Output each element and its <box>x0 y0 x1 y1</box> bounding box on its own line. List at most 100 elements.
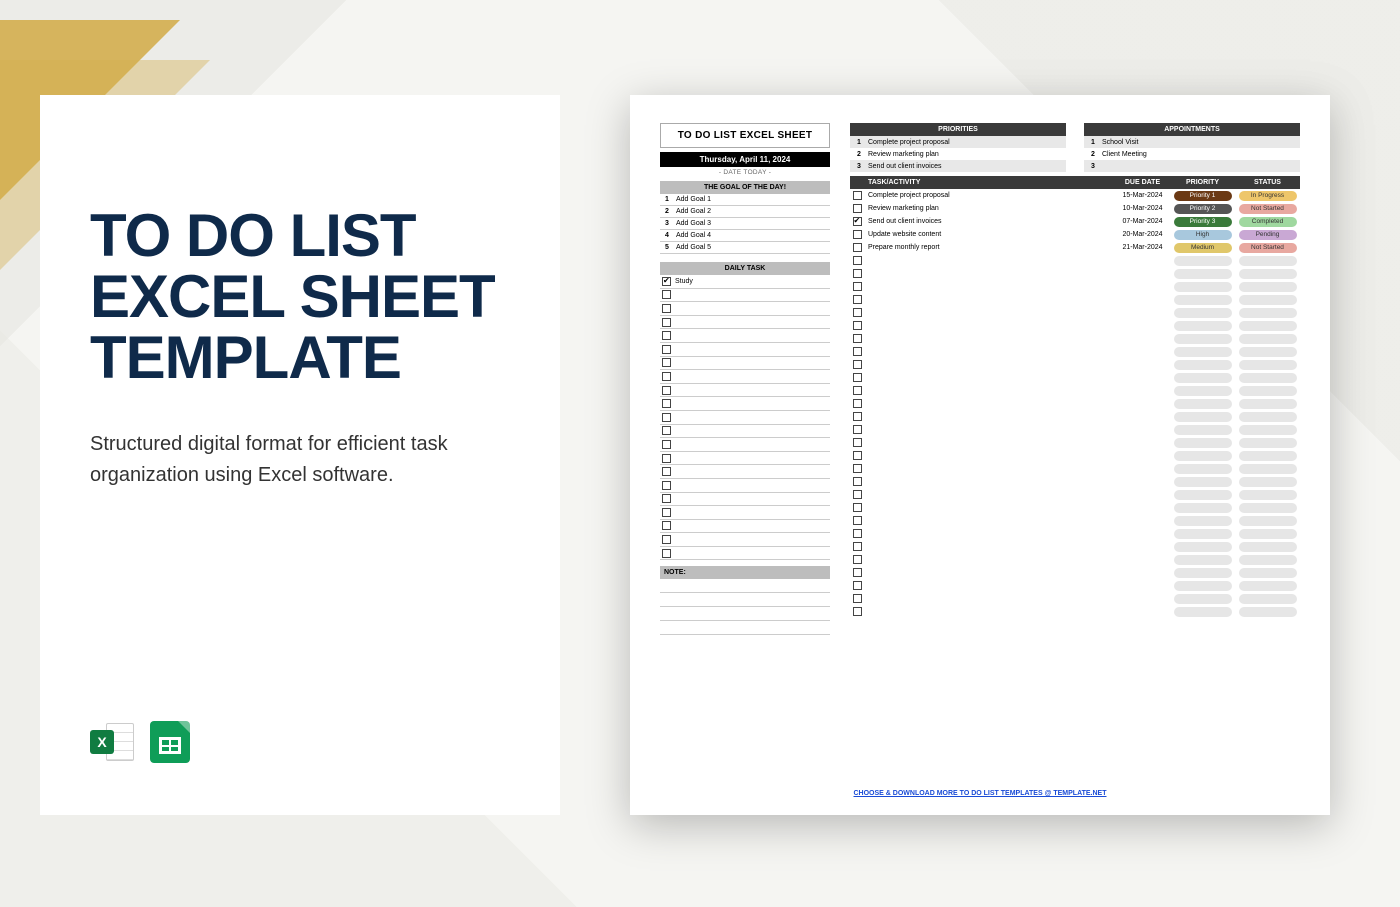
checkbox-icon <box>853 503 862 512</box>
goal-row: 5Add Goal 5 <box>660 242 830 254</box>
checkbox-icon <box>662 413 671 422</box>
daily-task-row <box>660 425 830 439</box>
goal-row: 2Add Goal 2 <box>660 206 830 218</box>
checkbox-icon <box>662 318 671 327</box>
checkbox-icon <box>662 372 671 381</box>
task-row <box>850 540 1300 553</box>
goal-header: THE GOAL OF THE DAY! <box>660 181 830 194</box>
task-row <box>850 462 1300 475</box>
task-row: Send out client invoices07-Mar-2024Prior… <box>850 215 1300 228</box>
promo-card: TO DO LIST EXCEL SHEET TEMPLATE Structur… <box>40 95 560 815</box>
task-row <box>850 345 1300 358</box>
task-row: Prepare monthly report21-Mar-2024MediumN… <box>850 241 1300 254</box>
checkbox-icon <box>853 425 862 434</box>
checkbox-icon <box>853 555 862 564</box>
checkbox-icon <box>853 594 862 603</box>
priority-row: 1Complete project proposal <box>850 136 1066 148</box>
checkbox-icon <box>662 304 671 313</box>
checkbox-icon <box>662 331 671 340</box>
checkbox-icon <box>853 334 862 343</box>
daily-task-row <box>660 411 830 425</box>
checkbox-icon <box>853 412 862 421</box>
checkbox-icon <box>853 477 862 486</box>
task-row <box>850 423 1300 436</box>
task-row: Complete project proposal15-Mar-2024Prio… <box>850 189 1300 202</box>
checkbox-icon <box>853 464 862 473</box>
checkbox-icon <box>662 467 671 476</box>
checkbox-icon <box>853 451 862 460</box>
task-row <box>850 449 1300 462</box>
checkbox-icon <box>662 549 671 558</box>
checkbox-icon <box>853 230 862 239</box>
daily-task-header: DAILY TASK <box>660 262 830 275</box>
sheet-title: TO DO LIST EXCEL SHEET <box>660 123 830 148</box>
checkbox-icon <box>662 290 671 299</box>
appointment-row: 1School Visit <box>1084 136 1300 148</box>
checkbox-icon <box>853 256 862 265</box>
task-row <box>850 527 1300 540</box>
checkbox-icon <box>853 243 862 252</box>
note-line <box>660 607 830 621</box>
daily-task-row <box>660 343 830 357</box>
template-description: Structured digital format for efficient … <box>90 429 490 491</box>
checkbox-icon <box>662 440 671 449</box>
checkbox-icon <box>853 529 862 538</box>
checkbox-icon <box>853 373 862 382</box>
checkbox-icon <box>853 308 862 317</box>
checkbox-icon <box>853 490 862 499</box>
footer-link[interactable]: CHOOSE & DOWNLOAD MORE TO DO LIST TEMPLA… <box>660 790 1300 797</box>
checkbox-icon <box>853 399 862 408</box>
task-row <box>850 579 1300 592</box>
note-line <box>660 621 830 635</box>
checkbox-icon <box>853 607 862 616</box>
task-row <box>850 592 1300 605</box>
appointments-header: APPOINTMENTS <box>1084 123 1300 136</box>
task-row <box>850 384 1300 397</box>
daily-task-row: Study <box>660 275 830 289</box>
date-label: - DATE TODAY - <box>660 167 830 181</box>
daily-task-row <box>660 493 830 507</box>
checkbox-icon <box>853 217 862 226</box>
task-row <box>850 553 1300 566</box>
checkbox-icon <box>853 347 862 356</box>
note-line <box>660 593 830 607</box>
daily-task-row <box>660 465 830 479</box>
checkbox-icon <box>853 581 862 590</box>
checkbox-icon <box>853 386 862 395</box>
daily-task-row <box>660 438 830 452</box>
daily-task-row <box>660 370 830 384</box>
checkbox-icon <box>853 204 862 213</box>
appointment-row: 2Client Meeting <box>1084 148 1300 160</box>
task-row <box>850 566 1300 579</box>
daily-task-row <box>660 329 830 343</box>
task-table-header: TASK/ACTIVITY DUE DATE PRIORITY STATUS <box>850 176 1300 189</box>
checkbox-icon <box>662 481 671 490</box>
priority-row: 2Review marketing plan <box>850 148 1066 160</box>
excel-icon: X <box>90 721 134 765</box>
task-row <box>850 410 1300 423</box>
template-title: TO DO LIST EXCEL SHEET TEMPLATE <box>90 205 510 389</box>
checkbox-icon <box>853 269 862 278</box>
checkbox-icon <box>662 399 671 408</box>
checkbox-icon <box>662 386 671 395</box>
daily-task-row <box>660 397 830 411</box>
task-row <box>850 397 1300 410</box>
task-row <box>850 514 1300 527</box>
checkbox-icon <box>662 426 671 435</box>
task-row <box>850 488 1300 501</box>
task-row <box>850 293 1300 306</box>
task-row <box>850 358 1300 371</box>
checkbox-icon <box>662 494 671 503</box>
priorities-header: PRIORITIES <box>850 123 1066 136</box>
checkbox-icon <box>662 358 671 367</box>
checkbox-icon <box>662 345 671 354</box>
task-row <box>850 319 1300 332</box>
task-row <box>850 332 1300 345</box>
priority-row: 3Send out client invoices <box>850 160 1066 172</box>
goal-row: 4Add Goal 4 <box>660 230 830 242</box>
checkbox-icon <box>853 542 862 551</box>
checkbox-icon <box>853 360 862 369</box>
task-row <box>850 475 1300 488</box>
checkbox-icon <box>853 321 862 330</box>
daily-task-row <box>660 302 830 316</box>
